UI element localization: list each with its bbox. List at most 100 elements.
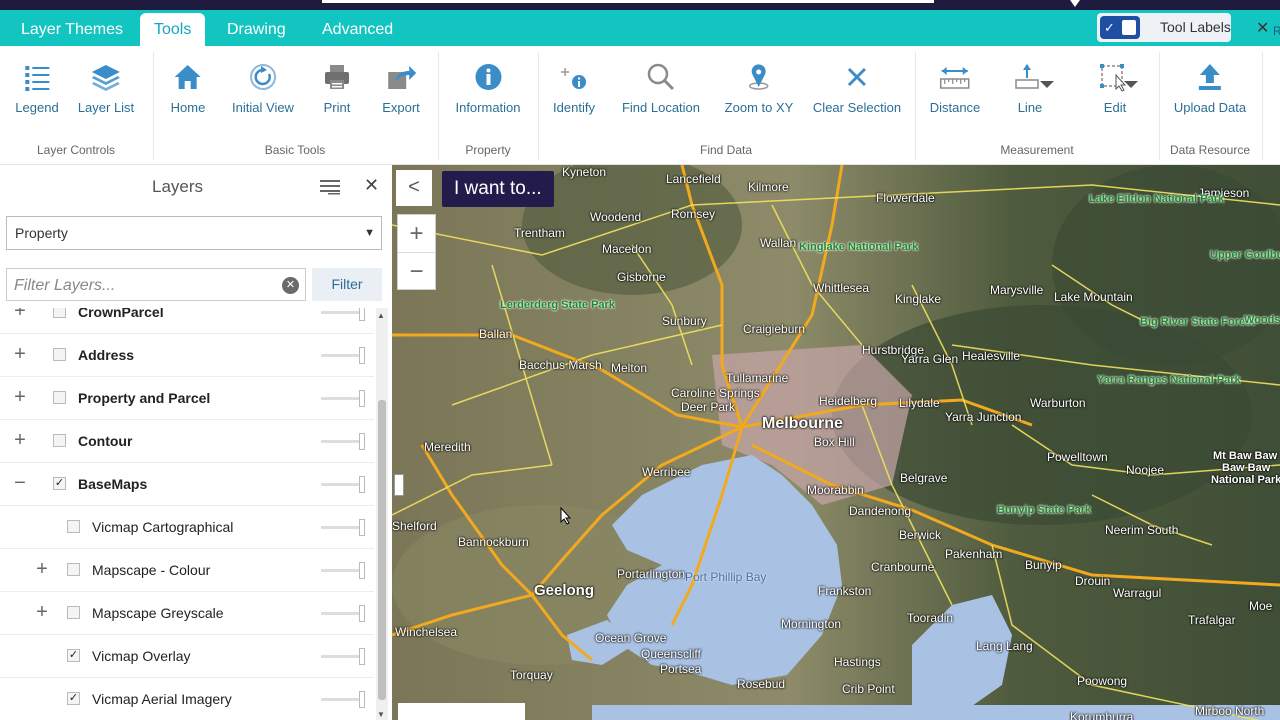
collapse-icon[interactable]: − <box>12 472 28 495</box>
layer-row[interactable]: + Property and Parcel <box>0 377 374 420</box>
layer-checkbox[interactable] <box>67 520 80 533</box>
opacity-slider[interactable] <box>321 476 365 493</box>
slider-handle[interactable] <box>359 691 365 708</box>
layer-checkbox[interactable] <box>53 348 66 361</box>
layer-list-button[interactable]: Layer List <box>78 60 134 115</box>
tab-tools[interactable]: Tools <box>140 13 206 46</box>
map-park-bunyip: Bunyip State Park <box>997 504 1092 516</box>
close-icon[interactable]: ✕ <box>364 175 379 196</box>
layer-row[interactable]: + Mapscape Greyscale <box>0 592 374 635</box>
slider-handle[interactable] <box>359 648 365 665</box>
legend-button[interactable]: Legend <box>15 60 59 115</box>
layer-row[interactable]: ✓ Vicmap Aerial Imagery <box>0 678 374 720</box>
map-label-powelltown: Powelltown <box>1047 450 1108 464</box>
opacity-slider[interactable] <box>321 691 365 708</box>
map-label-melton: Melton <box>611 361 648 375</box>
layer-row[interactable]: + Mapscape - Colour <box>0 549 374 592</box>
edit-dropdown-icon[interactable] <box>1124 76 1138 94</box>
opacity-slider[interactable] <box>321 519 365 536</box>
map-label-noojee: Noojee <box>1126 463 1165 477</box>
browser-top-strip <box>0 0 1280 10</box>
layer-checkbox[interactable]: ✓ <box>53 477 66 490</box>
clear-selection-button[interactable]: Clear Selection <box>813 60 901 115</box>
slider-handle[interactable] <box>359 605 365 622</box>
layer-checkbox[interactable]: ✓ <box>67 649 80 662</box>
slider-handle[interactable] <box>359 347 365 364</box>
layer-checkbox[interactable] <box>67 606 80 619</box>
filter-layers-input[interactable]: Filter Layers... ✕ <box>6 268 306 301</box>
tab-layer-themes[interactable]: Layer Themes <box>7 13 137 46</box>
opacity-slider[interactable] <box>321 433 365 450</box>
scrollbar-thumb[interactable] <box>378 400 386 700</box>
close-icon[interactable]: ✕ <box>1256 18 1269 38</box>
distance-button[interactable]: Distance <box>930 60 980 115</box>
slider-handle[interactable] <box>359 433 365 450</box>
home-button[interactable]: Home <box>171 60 205 115</box>
toggle-switch[interactable]: ✓ <box>1100 16 1140 39</box>
collapse-panel-button[interactable]: < <box>396 170 432 206</box>
map-label-geelong: Geelong <box>534 582 595 599</box>
slider-handle[interactable] <box>359 562 365 579</box>
expand-icon[interactable]: + <box>34 558 50 581</box>
opacity-slider[interactable] <box>321 308 365 321</box>
clear-icon[interactable]: ✕ <box>282 277 299 294</box>
slider-handle[interactable] <box>359 519 365 536</box>
identify-button[interactable]: Identify <box>553 60 595 115</box>
expand-icon[interactable]: + <box>12 343 28 366</box>
layer-checkbox[interactable] <box>53 308 66 318</box>
map-label-torquay: Torquay <box>510 668 553 682</box>
layer-theme-select[interactable]: Property ▼ <box>6 216 382 250</box>
layer-list-scrollbar[interactable]: ▲ ▼ <box>376 308 388 720</box>
initial-view-button[interactable]: Initial View <box>232 60 294 115</box>
tool-labels-toggle[interactable]: ✓ Tool Labels <box>1097 13 1231 42</box>
scroll-down-icon[interactable]: ▼ <box>377 710 385 719</box>
print-button[interactable]: Print <box>320 60 354 115</box>
tab-drawing[interactable]: Drawing <box>213 13 300 46</box>
layer-row[interactable]: ✓ Vicmap Overlay <box>0 635 374 678</box>
basemap-widget[interactable] <box>398 703 525 720</box>
map-label-lang-lang: Lang Lang <box>976 639 1033 653</box>
opacity-slider[interactable] <box>321 648 365 665</box>
upload-data-button[interactable]: Upload Data <box>1174 60 1246 115</box>
zoom-out-button[interactable]: − <box>398 253 435 290</box>
map-label-wallan: Wallan <box>760 236 797 250</box>
dropdown-caret-icon[interactable] <box>1070 0 1080 7</box>
expand-icon[interactable]: + <box>12 308 28 323</box>
map-label-melbourne: Melbourne <box>762 415 843 432</box>
menu-icon[interactable] <box>320 179 342 200</box>
layer-row[interactable]: + CrownParcel <box>0 308 374 334</box>
layer-checkbox[interactable] <box>67 563 80 576</box>
layer-checkbox[interactable] <box>53 391 66 404</box>
layer-row[interactable]: Vicmap Cartographical <box>0 506 374 549</box>
expand-icon[interactable]: + <box>12 429 28 452</box>
find-location-button[interactable]: Find Location <box>622 60 700 115</box>
layer-row[interactable]: − ✓ BaseMaps <box>0 463 374 506</box>
i-want-to-button[interactable]: I want to... <box>442 171 554 207</box>
map-label-sunbury: Sunbury <box>662 314 707 328</box>
information-button[interactable]: Information <box>455 60 521 115</box>
zoom-to-xy-button[interactable]: Zoom to XY <box>725 60 793 115</box>
map-view[interactable]: Melbourne Geelong Port Phillip Bay Kynet… <box>392 165 1280 720</box>
expand-icon[interactable]: + <box>34 601 50 624</box>
zoom-in-button[interactable]: + <box>398 215 435 252</box>
opacity-slider[interactable] <box>321 605 365 622</box>
filter-button[interactable]: Filter <box>312 268 382 301</box>
opacity-slider[interactable] <box>321 347 365 364</box>
layer-checkbox[interactable] <box>53 434 66 447</box>
panel-resize-handle[interactable] <box>394 474 404 496</box>
scroll-up-icon[interactable]: ▲ <box>377 311 385 320</box>
slider-handle[interactable] <box>359 308 365 321</box>
line-dropdown-icon[interactable] <box>1040 76 1054 94</box>
layer-row[interactable]: + Contour <box>0 420 374 463</box>
address-bar[interactable] <box>322 0 934 3</box>
opacity-slider[interactable] <box>321 390 365 407</box>
filter-placeholder: Filter Layers... <box>14 277 116 294</box>
slider-handle[interactable] <box>359 390 365 407</box>
opacity-slider[interactable] <box>321 562 365 579</box>
expand-icon[interactable]: + <box>12 386 28 409</box>
layer-row[interactable]: + Address <box>0 334 374 377</box>
layer-checkbox[interactable]: ✓ <box>67 692 80 705</box>
export-button[interactable]: Export <box>382 60 420 115</box>
slider-handle[interactable] <box>359 476 365 493</box>
tab-advanced[interactable]: Advanced <box>308 13 407 46</box>
